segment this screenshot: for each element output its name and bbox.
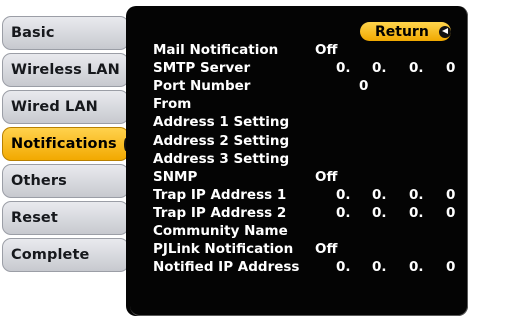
setting-row-mail-notification[interactable]: Mail Notification Off <box>153 41 473 59</box>
ip-octet: 0 <box>446 204 456 221</box>
setting-label: Address 2 Setting <box>153 132 290 149</box>
setting-label: Address 3 Setting <box>153 150 290 167</box>
menu-item-label: Wired LAN <box>11 99 98 115</box>
setting-label: From <box>153 96 192 113</box>
setting-row-smtp-server[interactable]: SMTP Server 0. 0. 0. 0 <box>153 59 473 77</box>
setting-label: Port Number <box>153 78 251 95</box>
menu-item-reset[interactable]: Reset <box>2 201 129 235</box>
setting-row-snmp[interactable]: SNMP Off <box>153 168 473 186</box>
setting-label: Mail Notification <box>153 42 279 58</box>
setting-label: Address 1 Setting <box>153 114 290 131</box>
setting-value: 0 <box>359 78 369 95</box>
ip-octet: 0 <box>446 259 456 276</box>
menu-item-label: Notifications <box>11 136 117 152</box>
menu-item-wired-lan[interactable]: Wired LAN <box>2 90 129 124</box>
setting-value: Off <box>315 241 338 258</box>
setting-row-address-2-setting[interactable]: Address 2 Setting <box>153 132 473 150</box>
ip-address-value: 0. 0. 0. 0 <box>153 204 473 222</box>
setting-row-community-name[interactable]: Community Name <box>153 222 473 240</box>
setting-value: Off <box>315 168 338 185</box>
menu-item-wireless-lan[interactable]: Wireless LAN <box>2 53 129 87</box>
ip-octet: 0. <box>372 60 387 77</box>
return-button[interactable]: Return <box>360 22 451 41</box>
setting-label: PJLink Notification <box>153 241 294 258</box>
menu-item-label: Others <box>11 173 67 189</box>
ip-octet: 0. <box>409 60 424 77</box>
ip-octet: 0. <box>336 259 351 276</box>
setting-value: Off <box>315 42 338 58</box>
ip-octet: 0. <box>336 186 351 203</box>
setting-row-pjlink-notification[interactable]: PJLink Notification Off <box>153 240 473 258</box>
ip-octet: 0. <box>409 259 424 276</box>
ip-address-value: 0. 0. 0. 0 <box>153 59 473 77</box>
ip-address-value: 0. 0. 0. 0 <box>153 186 473 204</box>
setting-row-trap-ip-address-1[interactable]: Trap IP Address 1 0. 0. 0. 0 <box>153 186 473 204</box>
menu-item-label: Wireless LAN <box>11 62 120 78</box>
menu-item-complete[interactable]: Complete <box>2 238 129 272</box>
setting-row-notified-ip-address[interactable]: Notified IP Address 0. 0. 0. 0 <box>153 258 473 276</box>
setting-label: SNMP <box>153 168 198 185</box>
ip-octet: 0. <box>336 204 351 221</box>
ip-octet: 0 <box>446 186 456 203</box>
menu-item-label: Complete <box>11 247 90 263</box>
setting-row-address-1-setting[interactable]: Address 1 Setting <box>153 113 473 131</box>
ip-octet: 0 <box>446 60 456 77</box>
ip-octet: 0. <box>336 60 351 77</box>
ip-octet: 0. <box>372 204 387 221</box>
setting-label: Community Name <box>153 223 288 239</box>
menu-item-label: Basic <box>11 25 55 41</box>
ip-octet: 0. <box>372 186 387 203</box>
ip-octet: 0. <box>372 259 387 276</box>
menu-item-basic[interactable]: Basic <box>2 16 129 50</box>
menu-item-notifications[interactable]: Notifications <box>2 127 134 161</box>
setting-row-from[interactable]: From <box>153 95 473 113</box>
setting-row-address-3-setting[interactable]: Address 3 Setting <box>153 150 473 168</box>
setting-row-trap-ip-address-2[interactable]: Trap IP Address 2 0. 0. 0. 0 <box>153 204 473 222</box>
ip-octet: 0. <box>409 204 424 221</box>
menu-item-others[interactable]: Others <box>2 164 129 198</box>
menu-item-label: Reset <box>11 210 58 226</box>
return-label: Return <box>375 23 429 40</box>
setting-row-port-number[interactable]: Port Number 0 <box>153 77 473 95</box>
enter-icon <box>438 25 451 38</box>
ip-octet: 0. <box>409 186 424 203</box>
ip-address-value: 0. 0. 0. 0 <box>153 258 473 276</box>
